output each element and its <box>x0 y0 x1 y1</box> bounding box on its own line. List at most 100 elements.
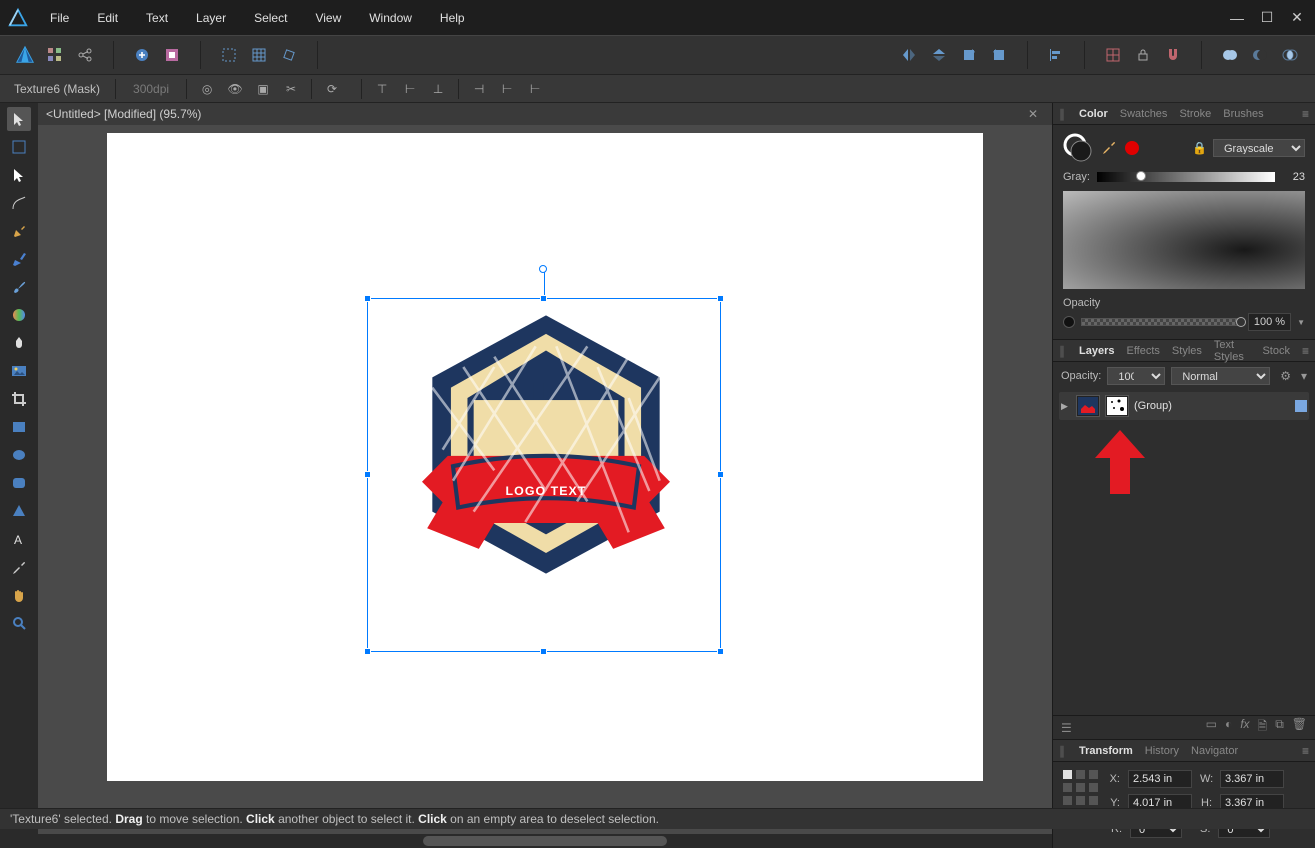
opacity-slider[interactable] <box>1081 318 1242 326</box>
opacity-value[interactable]: 100 % <box>1248 313 1291 331</box>
menu-file[interactable]: File <box>36 2 83 34</box>
panel-handle-icon[interactable]: ∥ <box>1059 744 1065 758</box>
layer-opacity-field[interactable]: 100 % <box>1107 367 1165 385</box>
panel-handle-icon[interactable]: ∥ <box>1059 344 1065 358</box>
eyedropper-icon[interactable] <box>1101 139 1117 158</box>
menu-window[interactable]: Window <box>355 2 426 34</box>
menu-layer[interactable]: Layer <box>182 2 240 34</box>
document-tab-close[interactable]: ✕ <box>1022 107 1044 121</box>
tab-navigator[interactable]: Navigator <box>1191 745 1238 757</box>
gray-slider[interactable] <box>1097 172 1275 182</box>
tab-transform[interactable]: Transform <box>1079 745 1133 757</box>
dup-layer-icon[interactable]: ⧉ <box>1275 717 1284 738</box>
handle-tm[interactable] <box>540 295 547 302</box>
frame-icon[interactable]: ▣ <box>252 78 274 100</box>
new-layer-icon[interactable]: 🗎 <box>1258 717 1268 738</box>
maximize-button[interactable]: ☐ <box>1259 10 1275 26</box>
flip-v-icon[interactable] <box>926 42 952 68</box>
panel-menu-icon[interactable]: ≡ <box>1302 344 1309 358</box>
panel-handle-icon[interactable]: ∥ <box>1059 107 1065 121</box>
stack-icon[interactable]: ☰ <box>1061 721 1072 735</box>
lock-icon[interactable]: 🔒 <box>1192 141 1207 155</box>
target-icon[interactable]: ◎ <box>196 78 218 100</box>
handle-mr[interactable] <box>717 471 724 478</box>
layer-expand-icon[interactable]: ▶ <box>1061 401 1071 412</box>
handle-bl[interactable] <box>364 648 371 655</box>
ellipse-tool[interactable] <box>7 443 31 467</box>
bool-intersect-icon[interactable] <box>1277 42 1303 68</box>
tab-stock[interactable]: Stock <box>1262 345 1290 357</box>
panel-menu-icon[interactable]: ≡ <box>1302 744 1309 758</box>
marquee-icon[interactable] <box>216 42 242 68</box>
scrollbar-thumb[interactable] <box>423 836 666 846</box>
node-tool[interactable] <box>7 163 31 187</box>
rotate-cw-icon[interactable] <box>956 42 982 68</box>
crop-icon[interactable]: ✂ <box>280 78 302 100</box>
menu-text[interactable]: Text <box>132 2 182 34</box>
layer-row-group[interactable]: ▶ (Group) <box>1059 392 1309 420</box>
opacity-dropdown-icon[interactable]: ▼ <box>1297 318 1305 327</box>
w-field[interactable] <box>1220 770 1284 788</box>
anchor-point-grid[interactable] <box>1063 770 1098 805</box>
tab-effects[interactable]: Effects <box>1126 345 1159 357</box>
align-vcenter-icon[interactable]: ⊢ <box>399 78 421 100</box>
canvas-scroll[interactable]: LOGO TEXT <box>38 125 1052 834</box>
corner-tool[interactable] <box>7 191 31 215</box>
tab-styles[interactable]: Styles <box>1172 345 1202 357</box>
tab-text-styles[interactable]: Text Styles <box>1214 339 1251 363</box>
bool-union-icon[interactable] <box>1217 42 1243 68</box>
tab-layers[interactable]: Layers <box>1079 345 1114 357</box>
gear-icon[interactable]: ⚙ <box>1280 369 1291 383</box>
share-icon[interactable] <box>72 42 98 68</box>
lock-icon[interactable] <box>1130 42 1156 68</box>
tab-swatches[interactable]: Swatches <box>1120 108 1168 120</box>
mask-rect-icon[interactable]: ▭ <box>1206 717 1217 738</box>
pen-tool[interactable] <box>7 219 31 243</box>
delete-layer-icon[interactable]: 🗑 <box>1292 717 1307 738</box>
gray-slider-thumb[interactable] <box>1136 171 1146 181</box>
mask-icon[interactable] <box>159 42 185 68</box>
menu-select[interactable]: Select <box>240 2 301 34</box>
text-tool[interactable]: A <box>7 527 31 551</box>
adjust-icon[interactable]: ◐ <box>1225 717 1232 738</box>
grid-view-icon[interactable] <box>42 42 68 68</box>
align-left-icon[interactable]: ⊣ <box>468 78 490 100</box>
menu-view[interactable]: View <box>301 2 355 34</box>
tab-history[interactable]: History <box>1145 745 1179 757</box>
fx-icon[interactable]: fx <box>1240 717 1249 738</box>
add-icon[interactable] <box>129 42 155 68</box>
flip-h-icon[interactable] <box>896 42 922 68</box>
layer-visibility-checkbox[interactable] <box>1295 400 1307 412</box>
move-tool[interactable] <box>7 107 31 131</box>
color-mode-select[interactable]: Grayscale <box>1213 139 1305 157</box>
bool-subtract-icon[interactable] <box>1247 42 1273 68</box>
rotate-ccw-icon[interactable] <box>986 42 1012 68</box>
crop-tool[interactable] <box>7 387 31 411</box>
rotate-icon[interactable]: ⟳ <box>321 78 343 100</box>
zoom-tool[interactable] <box>7 611 31 635</box>
close-button[interactable]: ✕ <box>1289 10 1305 26</box>
handle-ml[interactable] <box>364 471 371 478</box>
artboard[interactable]: LOGO TEXT <box>107 133 983 781</box>
triangle-tool[interactable] <box>7 499 31 523</box>
handle-tl[interactable] <box>364 295 371 302</box>
horizontal-scrollbar[interactable] <box>38 834 1052 848</box>
layer-thumbnail[interactable] <box>1076 395 1100 417</box>
handle-tr[interactable] <box>717 295 724 302</box>
sampled-color-dot[interactable] <box>1125 141 1139 155</box>
chevron-down-icon[interactable]: ▾ <box>1301 369 1307 383</box>
transparency-tool[interactable] <box>7 331 31 355</box>
pencil-tool[interactable] <box>7 247 31 271</box>
artboard-tool[interactable] <box>7 135 31 159</box>
opacity-thumb[interactable] <box>1236 317 1246 327</box>
x-field[interactable] <box>1128 770 1192 788</box>
snap-grid-icon[interactable] <box>1100 42 1126 68</box>
layer-mask-thumbnail[interactable] <box>1105 395 1129 417</box>
tab-brushes[interactable]: Brushes <box>1223 108 1263 120</box>
color-swatch-ring[interactable] <box>1063 133 1093 163</box>
align-right-icon[interactable]: ⊢ <box>524 78 546 100</box>
eyedropper-tool[interactable] <box>7 555 31 579</box>
panel-menu-icon[interactable]: ≡ <box>1302 107 1309 121</box>
handle-br[interactable] <box>717 648 724 655</box>
persona-switcher[interactable] <box>12 42 38 68</box>
